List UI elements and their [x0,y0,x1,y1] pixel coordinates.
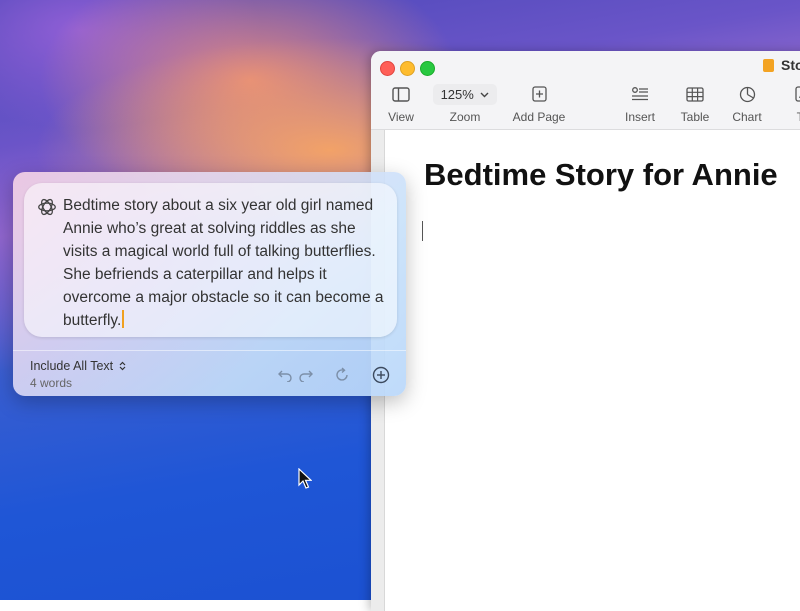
view-button[interactable]: View [383,83,419,124]
text-label: Te [783,110,800,124]
zoom-label: Zoom [449,110,481,124]
close-window-button[interactable] [380,61,395,76]
chart-label: Chart [732,110,762,124]
include-all-text-label: Include All Text [30,359,114,373]
window-title: Sto [781,57,800,73]
prompt-text-cursor [122,310,125,328]
zoom-value: 125% [440,86,474,102]
chart-icon [727,83,767,105]
redo-icon [299,370,313,382]
text-icon: A [783,83,800,105]
insert-label: Insert [624,110,655,124]
zoom-control[interactable]: 125% Zoom [432,83,498,124]
word-count: 4 words [30,376,73,390]
plus-circle-icon [372,366,390,384]
title-toolbar: Sto View 125% Zoom Add Page Insert Table… [371,51,800,130]
document-icon [763,59,774,72]
writing-tools-panel: Bedtime story about a six year old girl … [13,172,406,396]
add-button[interactable] [371,365,391,385]
updown-chevron-icon [119,361,126,371]
regenerate-button[interactable] [332,365,352,385]
refresh-icon [336,367,348,381]
mouse-pointer-icon [298,468,312,489]
chatgpt-icon [38,198,56,216]
panel-divider [13,350,406,351]
text-button[interactable]: A Te [783,83,800,124]
undo-button[interactable] [275,365,295,385]
prompt-card[interactable]: Bedtime story about a six year old girl … [24,183,397,337]
document-heading[interactable]: Bedtime Story for Annie [424,157,778,193]
table-icon [675,83,715,105]
minimize-window-button[interactable] [400,61,415,76]
add-page-label: Add Page [512,110,566,124]
table-label: Table [680,110,710,124]
undo-icon [278,370,292,382]
sidebar-icon [383,83,419,105]
chevron-down-icon [480,92,489,97]
add-page-button[interactable]: Add Page [509,83,569,124]
pages-window: Sto View 125% Zoom Add Page Insert Table… [371,51,800,611]
add-page-icon [509,83,569,105]
chart-button[interactable]: Chart [727,83,767,124]
insert-button[interactable]: Insert [619,83,661,124]
prompt-input[interactable]: Bedtime story about a six year old girl … [63,194,393,332]
zoom-select[interactable]: 125% [432,83,498,105]
table-button[interactable]: Table [675,83,715,124]
insert-icon [619,83,661,105]
view-label: View [388,110,414,124]
include-all-text-select[interactable]: Include All Text [30,359,126,373]
maximize-window-button[interactable] [420,61,435,76]
redo-button[interactable] [296,365,316,385]
document-text-cursor [422,221,423,241]
prompt-text: Bedtime story about a six year old girl … [63,197,384,329]
